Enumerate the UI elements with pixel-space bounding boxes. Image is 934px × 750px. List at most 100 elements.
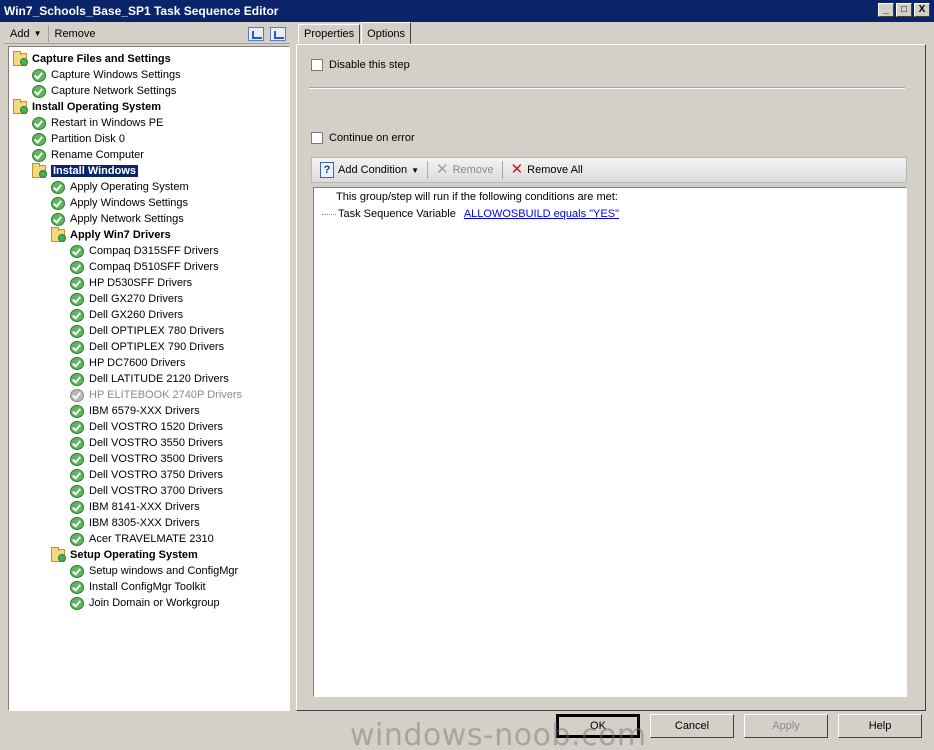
tree-step[interactable]: HP DC7600 Drivers bbox=[70, 355, 185, 371]
continue-on-error-option[interactable]: Continue on error bbox=[311, 132, 415, 144]
tree-node-label: HP ELITEBOOK 2740P Drivers bbox=[89, 389, 243, 401]
tree-node-label: Dell GX260 Drivers bbox=[89, 309, 184, 321]
continue-on-error-label: Continue on error bbox=[329, 132, 415, 144]
tree-step[interactable]: IBM 6579-XXX Drivers bbox=[70, 403, 200, 419]
conditions-list[interactable]: This group/step will run if the followin… bbox=[313, 187, 907, 697]
move-up-icon[interactable] bbox=[248, 26, 264, 41]
tree-group[interactable]: Apply Win7 Drivers bbox=[51, 226, 171, 243]
add-condition-button[interactable]: ? Add Condition ▼ bbox=[312, 159, 427, 181]
remove-all-button[interactable]: ✕ Remove All bbox=[503, 159, 591, 181]
add-condition-label: Add Condition bbox=[338, 164, 408, 176]
divider bbox=[309, 87, 905, 89]
folder-icon bbox=[13, 50, 28, 66]
check-icon bbox=[70, 596, 84, 610]
tree-step[interactable]: Dell GX260 Drivers bbox=[70, 307, 183, 323]
check-icon bbox=[70, 500, 84, 514]
tree-step[interactable]: Install ConfigMgr Toolkit bbox=[70, 579, 206, 595]
tree-step[interactable]: Acer TRAVELMATE 2310 bbox=[70, 531, 214, 547]
remove-all-label: Remove All bbox=[527, 164, 583, 176]
move-down-icon[interactable] bbox=[270, 26, 286, 41]
tree-step[interactable]: Compaq D510SFF Drivers bbox=[70, 259, 219, 275]
condition-link[interactable]: ALLOWOSBUILD equals "YES" bbox=[464, 208, 619, 220]
tree-step[interactable]: Dell VOSTRO 1520 Drivers bbox=[70, 419, 223, 435]
check-icon bbox=[70, 324, 84, 338]
add-label: Add bbox=[10, 27, 30, 40]
tree-step[interactable]: Dell VOSTRO 3550 Drivers bbox=[70, 435, 223, 451]
tree-node-label: Dell GX270 Drivers bbox=[89, 293, 184, 305]
tree-node-label: HP D530SFF Drivers bbox=[89, 277, 193, 289]
tree-node-label: Join Domain or Workgroup bbox=[89, 597, 220, 609]
check-icon bbox=[70, 468, 84, 482]
tab-options[interactable]: Options bbox=[361, 22, 412, 44]
dropdown-caret-icon: ▼ bbox=[33, 28, 42, 38]
tree-step[interactable]: Apply Operating System bbox=[51, 179, 189, 195]
maximize-button[interactable]: □ bbox=[896, 3, 912, 17]
tree-node-label: Dell VOSTRO 3550 Drivers bbox=[89, 437, 223, 449]
tree-node-label: Restart in Windows PE bbox=[51, 117, 164, 129]
tree-node-label: IBM 8141-XXX Drivers bbox=[89, 501, 200, 513]
tree-node-label: IBM 8305-XXX Drivers bbox=[89, 517, 200, 529]
tree-group[interactable]: Capture Files and Settings bbox=[13, 50, 171, 67]
tree-step[interactable]: Dell VOSTRO 3500 Drivers bbox=[70, 451, 223, 467]
remove-condition-button[interactable]: ✕ Remove bbox=[428, 159, 502, 181]
tree-toolbar: Add ▼ Remove bbox=[4, 24, 290, 44]
remove-button[interactable]: Remove bbox=[49, 25, 102, 43]
check-icon bbox=[70, 260, 84, 274]
tree-step[interactable]: Dell VOSTRO 3750 Drivers bbox=[70, 467, 223, 483]
tab-properties[interactable]: Properties bbox=[298, 24, 361, 44]
tree-step[interactable]: Apply Windows Settings bbox=[51, 195, 188, 211]
tree-node-label: Acer TRAVELMATE 2310 bbox=[89, 533, 214, 545]
tree-node-label: Partition Disk 0 bbox=[51, 133, 125, 145]
tree-step[interactable]: Restart in Windows PE bbox=[32, 115, 163, 131]
continue-on-error-checkbox[interactable] bbox=[311, 132, 323, 144]
task-sequence-tree[interactable]: Capture Files and Settings Capture Window… bbox=[8, 46, 290, 711]
tree-step[interactable]: Dell LATITUDE 2120 Drivers bbox=[70, 371, 229, 387]
minimize-button[interactable]: _ bbox=[878, 3, 894, 17]
tree-step[interactable]: Dell OPTIPLEX 790 Drivers bbox=[70, 339, 224, 355]
check-icon bbox=[70, 308, 84, 322]
disable-step-checkbox[interactable] bbox=[311, 59, 323, 71]
tree-step[interactable]: Rename Computer bbox=[32, 147, 144, 163]
apply-button[interactable]: Apply bbox=[744, 714, 828, 738]
tree-group[interactable]: Install Operating System bbox=[13, 98, 161, 115]
check-icon bbox=[32, 132, 46, 146]
tree-node-label: Setup Operating System bbox=[70, 549, 198, 561]
tree-step[interactable]: Partition Disk 0 bbox=[32, 131, 125, 147]
cancel-button[interactable]: Cancel bbox=[650, 714, 734, 738]
tree-step[interactable]: HP D530SFF Drivers bbox=[70, 275, 192, 291]
tree-node-label: Compaq D510SFF Drivers bbox=[89, 261, 219, 273]
help-button[interactable]: Help bbox=[838, 714, 922, 738]
tree-step[interactable]: Dell GX270 Drivers bbox=[70, 291, 183, 307]
tree-step[interactable]: Join Domain or Workgroup bbox=[70, 595, 220, 611]
tree-step[interactable]: IBM 8141-XXX Drivers bbox=[70, 499, 200, 515]
folder-icon bbox=[13, 98, 28, 114]
tree-node-label: Dell LATITUDE 2120 Drivers bbox=[89, 373, 229, 385]
tree-node-label: Apply Network Settings bbox=[70, 213, 184, 225]
tree-step[interactable]: Capture Network Settings bbox=[32, 83, 176, 99]
tree-step[interactable]: Capture Windows Settings bbox=[32, 67, 181, 83]
check-icon bbox=[70, 404, 84, 418]
close-button[interactable]: X bbox=[914, 3, 930, 17]
check-icon bbox=[32, 84, 46, 98]
tree-step[interactable]: Apply Network Settings bbox=[51, 211, 184, 227]
add-menu-button[interactable]: Add ▼ bbox=[4, 25, 48, 43]
tree-group[interactable]: Setup Operating System bbox=[51, 546, 198, 563]
tree-step[interactable]: IBM 8305-XXX Drivers bbox=[70, 515, 200, 531]
tree-node-label: Rename Computer bbox=[51, 149, 144, 161]
tree-node-label: Install Operating System bbox=[32, 101, 161, 113]
tree-step[interactable]: Dell VOSTRO 3700 Drivers bbox=[70, 483, 223, 499]
tree-node-label: Apply Windows Settings bbox=[70, 197, 188, 209]
tree-step[interactable]: HP ELITEBOOK 2740P Drivers bbox=[70, 387, 242, 403]
disable-step-option[interactable]: Disable this step bbox=[311, 59, 410, 71]
check-icon bbox=[70, 244, 84, 258]
tree-node-label: Dell VOSTRO 3750 Drivers bbox=[89, 469, 223, 481]
tree-step[interactable]: Dell OPTIPLEX 780 Drivers bbox=[70, 323, 224, 339]
tree-step[interactable]: Setup windows and ConfigMgr bbox=[70, 563, 238, 579]
check-icon bbox=[51, 196, 65, 210]
check-icon bbox=[70, 356, 84, 370]
tree-group[interactable]: Install Windows bbox=[32, 162, 140, 179]
check-icon bbox=[51, 180, 65, 194]
condition-row[interactable]: Task Sequence Variable ALLOWOSBUILD equa… bbox=[322, 208, 619, 220]
tree-step[interactable]: Compaq D315SFF Drivers bbox=[70, 243, 219, 259]
tree-node-label: Apply Win7 Drivers bbox=[70, 229, 171, 241]
